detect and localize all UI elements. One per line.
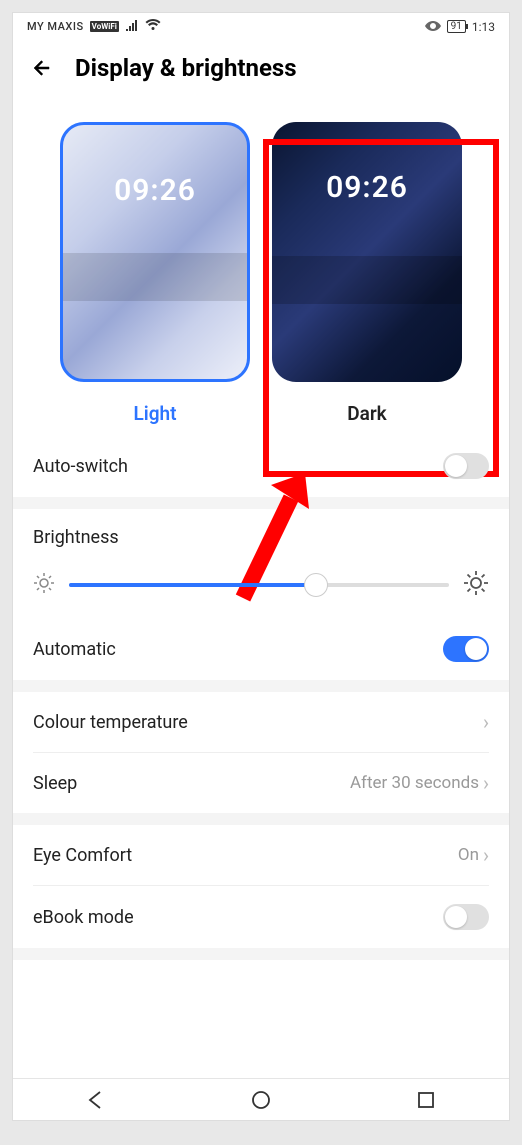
battery-indicator: 91 <box>447 20 466 33</box>
nav-home-icon[interactable] <box>250 1089 272 1111</box>
theme-option-dark[interactable]: 09:26 Dark <box>268 122 466 425</box>
automatic-row: Automatic <box>13 618 509 680</box>
brightness-high-icon <box>463 570 489 600</box>
preview-widget-dark <box>272 256 462 304</box>
ebook-mode-row: eBook mode <box>13 886 509 948</box>
preview-time-light: 09:26 <box>114 173 196 208</box>
brightness-section: Brightness <box>13 509 509 618</box>
chevron-right-icon: › <box>483 771 489 795</box>
page-title: Display & brightness <box>75 54 297 82</box>
clock-time: 1:13 <box>472 20 495 34</box>
signal-icon <box>125 19 139 34</box>
status-bar: MY MAXIS VoWiFi 91 1:13 <box>13 13 509 36</box>
preview-widget-light <box>63 253 247 301</box>
automatic-label: Automatic <box>33 639 116 660</box>
automatic-toggle[interactable] <box>443 636 489 662</box>
sleep-row[interactable]: Sleep After 30 seconds › <box>13 753 509 813</box>
eye-icon <box>425 20 441 34</box>
ebook-mode-toggle[interactable] <box>443 904 489 930</box>
ebook-mode-label: eBook mode <box>33 907 134 928</box>
brightness-label: Brightness <box>33 527 489 548</box>
brightness-slider[interactable] <box>69 573 449 597</box>
theme-option-light[interactable]: 09:26 Light <box>56 122 254 425</box>
auto-switch-label: Auto-switch <box>33 456 128 477</box>
eye-comfort-value: On <box>458 845 479 865</box>
navigation-bar <box>13 1078 509 1120</box>
auto-switch-row: Auto-switch <box>13 435 509 497</box>
auto-switch-toggle[interactable] <box>443 453 489 479</box>
sleep-value: After 30 seconds <box>350 773 479 793</box>
vowifi-badge: VoWiFi <box>90 21 119 32</box>
brightness-low-icon <box>33 572 55 598</box>
back-icon[interactable] <box>29 54 57 82</box>
chevron-right-icon: › <box>483 710 489 734</box>
nav-back-icon[interactable] <box>85 1089 107 1111</box>
theme-label-light: Light <box>133 402 176 425</box>
nav-recent-icon[interactable] <box>415 1089 437 1111</box>
eye-comfort-label: Eye Comfort <box>33 845 132 866</box>
theme-label-dark: Dark <box>347 402 386 425</box>
wifi-icon <box>145 19 161 34</box>
colour-temperature-label: Colour temperature <box>33 712 188 733</box>
carrier-label: MY MAXIS <box>27 20 84 33</box>
chevron-right-icon: › <box>483 843 489 867</box>
sleep-label: Sleep <box>33 773 77 794</box>
eye-comfort-row[interactable]: Eye Comfort On › <box>13 825 509 885</box>
theme-selector: 09:26 Light 09:26 Dark <box>13 94 509 435</box>
page-header: Display & brightness <box>13 36 509 94</box>
colour-temperature-row[interactable]: Colour temperature › <box>13 692 509 752</box>
preview-time-dark: 09:26 <box>326 170 408 205</box>
